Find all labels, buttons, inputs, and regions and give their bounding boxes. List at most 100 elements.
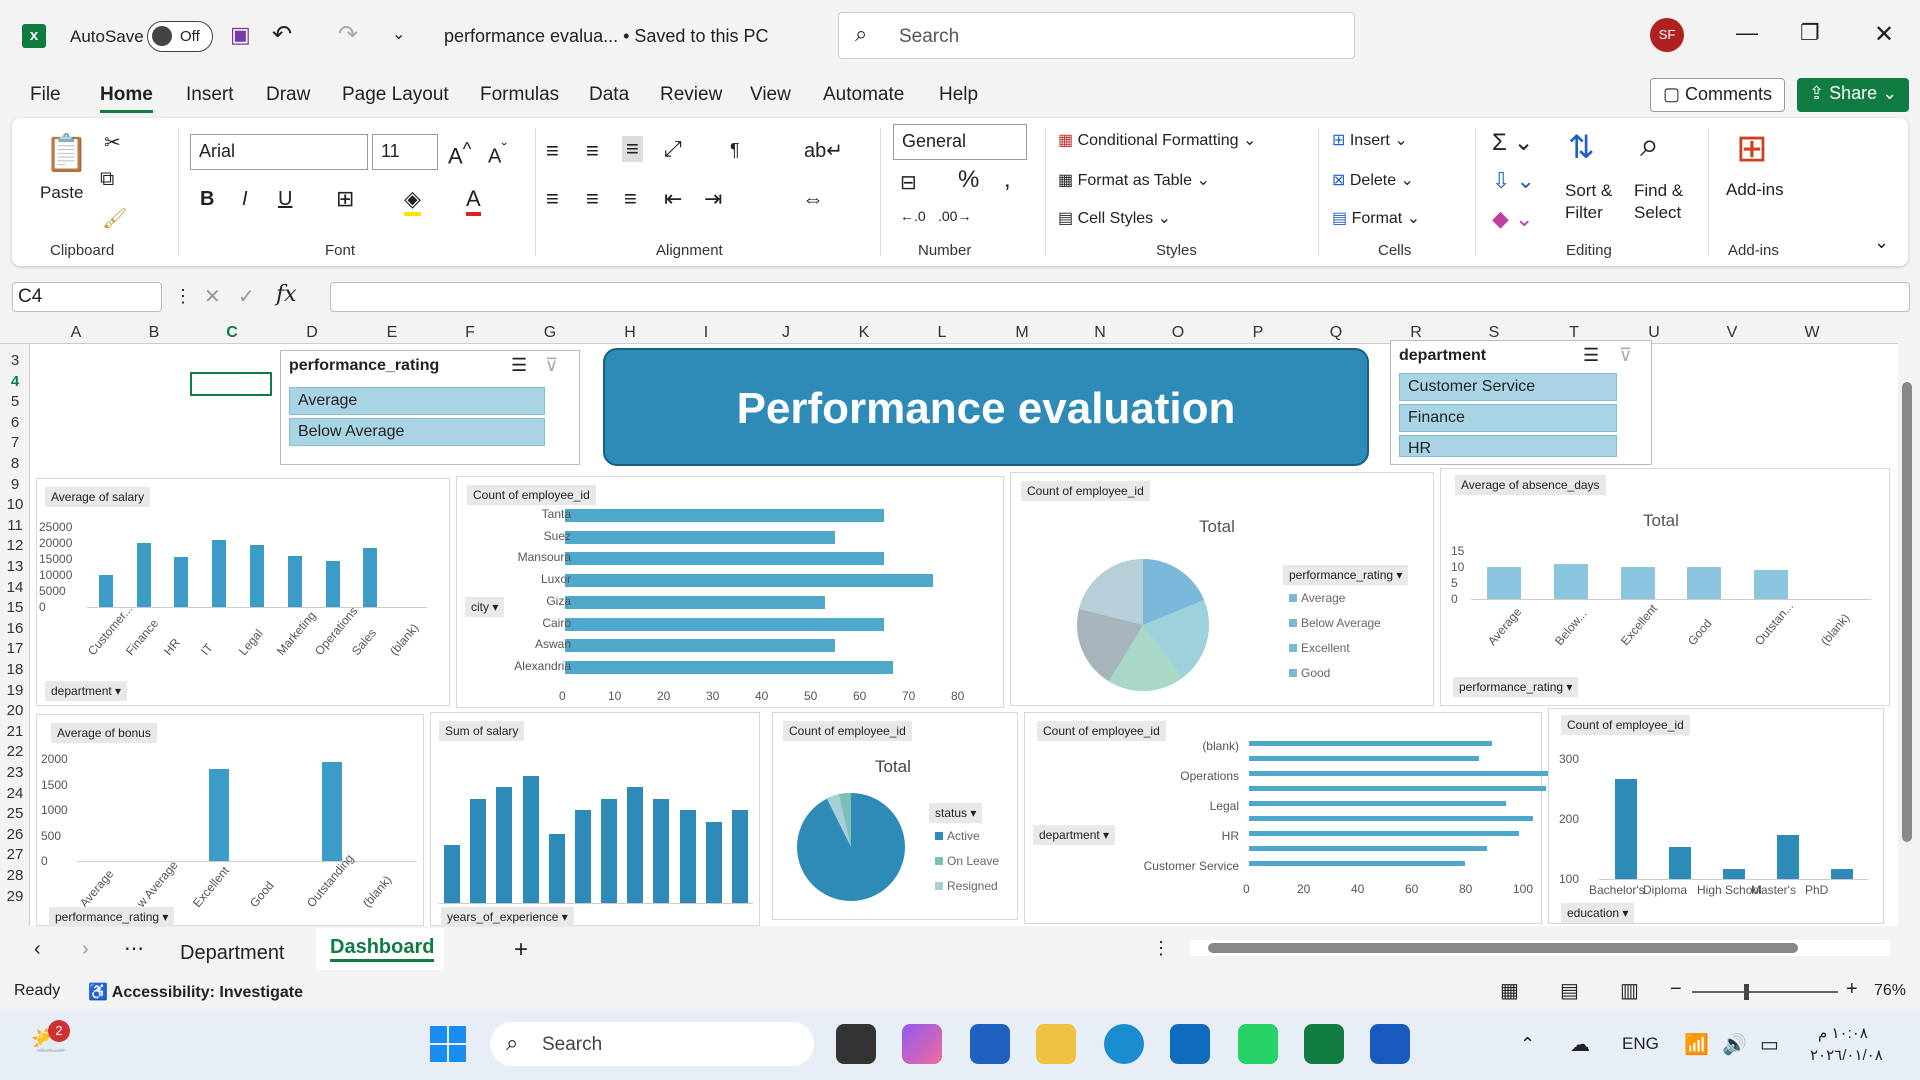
- delete-cells-button[interactable]: ⊠ Delete ⌄: [1332, 170, 1414, 190]
- slicer-item[interactable]: HR: [1399, 435, 1617, 457]
- percent-icon[interactable]: %: [958, 166, 979, 194]
- excel-taskbar-icon[interactable]: [1304, 1024, 1344, 1064]
- horizontal-scrollbar[interactable]: [1190, 940, 1890, 956]
- tab-dashboard[interactable]: Dashboard: [316, 928, 444, 970]
- tab-options-icon[interactable]: ⋮: [1152, 938, 1170, 959]
- next-sheet-icon[interactable]: ›: [82, 938, 89, 961]
- word-icon[interactable]: [1370, 1024, 1410, 1064]
- minimize-icon[interactable]: —: [1736, 20, 1758, 46]
- task-view-icon[interactable]: [836, 1024, 876, 1064]
- zoom-in-icon[interactable]: +: [1846, 978, 1858, 1001]
- language-indicator[interactable]: ENG: [1622, 1034, 1659, 1054]
- filter-button[interactable]: department ▾: [1033, 825, 1116, 845]
- align-center-icon[interactable]: ≡: [586, 186, 599, 212]
- page-break-view-icon[interactable]: ▥: [1620, 978, 1639, 1003]
- find-select-button[interactable]: Find & Select: [1634, 180, 1698, 224]
- decrease-decimal-icon[interactable]: .00→: [938, 208, 971, 224]
- outlook-icon[interactable]: [1170, 1024, 1210, 1064]
- wrap-text-icon[interactable]: ab↵: [804, 138, 843, 163]
- slicer-item[interactable]: Average: [289, 387, 545, 415]
- decrease-indent-icon[interactable]: ⇤: [664, 186, 682, 212]
- clear-filter-icon[interactable]: ⊽: [545, 355, 558, 376]
- battery-icon[interactable]: ▭: [1760, 1032, 1779, 1057]
- italic-icon[interactable]: I: [242, 188, 248, 211]
- filter-button[interactable]: performance_rating ▾: [1283, 565, 1409, 585]
- menu-data[interactable]: Data: [589, 84, 629, 106]
- align-left-icon[interactable]: ≡: [546, 186, 559, 212]
- increase-font-icon[interactable]: A^: [448, 138, 471, 169]
- chart-average-bonus[interactable]: Average of bonus 2000 1500 1000 500 0 Average…: [36, 714, 424, 927]
- find-select-icon[interactable]: ⌕: [1640, 126, 1659, 165]
- chart-count-by-department[interactable]: Count of employee_id department ▾ 0 20 40 6…: [1024, 712, 1573, 924]
- restore-icon[interactable]: ❐: [1800, 20, 1820, 46]
- chart-sum-salary[interactable]: Sum of salary years_of_experience ▾: [430, 712, 760, 927]
- borders-icon[interactable]: ⊞: [336, 186, 354, 212]
- customize-qat-icon[interactable]: ⌄: [392, 24, 405, 44]
- fill-icon[interactable]: ⇩ ⌄: [1492, 168, 1535, 194]
- menu-review[interactable]: Review: [660, 84, 722, 106]
- comma-icon[interactable]: ,: [1004, 166, 1011, 194]
- sort-filter-icon[interactable]: ⇅: [1568, 128, 1595, 166]
- cancel-entry-icon[interactable]: ✕: [204, 284, 221, 309]
- clear-filter-icon[interactable]: ⊽: [1619, 345, 1632, 366]
- format-painter-icon[interactable]: 🖌: [102, 206, 127, 231]
- font-name-combo[interactable]: Arial: [190, 134, 368, 170]
- multi-select-icon[interactable]: ☰: [1583, 345, 1599, 366]
- autosum-icon[interactable]: Σ ⌄: [1492, 128, 1534, 157]
- file-explorer-icon[interactable]: [1036, 1024, 1076, 1064]
- chart-count-by-city[interactable]: Count of employee_id city ▾ 0 10 20 30 40 50 6…: [456, 476, 1004, 708]
- insert-function-icon[interactable]: fx: [276, 282, 297, 307]
- menu-view[interactable]: View: [750, 84, 791, 106]
- chart-average-salary[interactable]: Average of salary 25000 20000 15000 10000 50…: [36, 478, 450, 706]
- filter-button[interactable]: performance_rating ▾: [1453, 677, 1579, 697]
- clock-date[interactable]: ٢٠٢٦/٠١/٠٨: [1810, 1046, 1883, 1064]
- menu-file[interactable]: File: [30, 84, 61, 106]
- conditional-formatting-button[interactable]: ▦ Conditional Formatting ⌄: [1058, 130, 1256, 150]
- page-layout-view-icon[interactable]: ▤: [1560, 978, 1579, 1003]
- clear-icon[interactable]: ◆ ⌄: [1492, 206, 1533, 232]
- paragraph-icon[interactable]: ¶: [730, 140, 740, 161]
- whatsapp-icon[interactable]: [1238, 1024, 1278, 1064]
- add-sheet-icon[interactable]: +: [514, 936, 528, 964]
- accessibility-status[interactable]: ♿ Accessibility: Investigate: [88, 982, 303, 1002]
- align-top-icon[interactable]: ≡: [546, 138, 559, 164]
- fill-color-icon[interactable]: ◈: [404, 186, 421, 216]
- tab-department[interactable]: Department: [180, 942, 285, 965]
- chart-pie-performance[interactable]: Count of employee_id Total performance_r…: [1010, 472, 1434, 706]
- filter-button[interactable]: education ▾: [1561, 903, 1635, 923]
- filter-button[interactable]: years_of_experience ▾: [441, 907, 574, 927]
- close-icon[interactable]: ✕: [1874, 20, 1894, 49]
- comments-button[interactable]: ▢ Comments: [1650, 78, 1786, 112]
- accounting-icon[interactable]: ⊟: [900, 170, 917, 195]
- align-right-icon[interactable]: ≡: [624, 186, 637, 212]
- normal-view-icon[interactable]: ▦: [1500, 978, 1519, 1003]
- vertical-scrollbar[interactable]: [1898, 322, 1920, 926]
- store-icon[interactable]: [970, 1024, 1010, 1064]
- confirm-entry-icon[interactable]: ✓: [238, 284, 255, 309]
- network-status-icon[interactable]: ☁: [1570, 1032, 1590, 1057]
- chart-pie-status[interactable]: Count of employee_id Total status ▾ Acti…: [772, 712, 1018, 920]
- menu-automate[interactable]: Automate: [823, 84, 904, 106]
- wifi-icon[interactable]: 📶: [1684, 1032, 1709, 1057]
- multi-select-icon[interactable]: ☰: [511, 355, 527, 376]
- slicer-performance-rating[interactable]: performance_rating ☰ ⊽ Average Below Ave…: [280, 350, 580, 465]
- orientation-icon[interactable]: ⤢: [664, 136, 682, 162]
- chart-count-by-education[interactable]: Count of employee_id 300 200 100 Bachelor's…: [1548, 708, 1884, 924]
- addins-icon[interactable]: ⊞: [1736, 126, 1768, 171]
- clock-time[interactable]: ١٠:٠٨ م: [1818, 1024, 1868, 1042]
- copilot-icon[interactable]: [902, 1024, 942, 1064]
- increase-decimal-icon[interactable]: ←.0: [900, 208, 926, 224]
- menu-formulas[interactable]: Formulas: [480, 84, 559, 106]
- paste-button[interactable]: Paste: [40, 183, 83, 203]
- slicer-department[interactable]: department ☰ ⊽ Customer Service Finance …: [1390, 340, 1652, 465]
- chart-absence-days[interactable]: Average of absence_days Total 15 10 5 0 Aver…: [1440, 468, 1890, 706]
- share-button[interactable]: ⇪ Share ⌄: [1797, 78, 1910, 112]
- cut-icon[interactable]: ✂: [104, 130, 121, 155]
- more-options-icon[interactable]: ⋮: [174, 286, 192, 307]
- align-middle-icon[interactable]: ≡: [586, 138, 599, 164]
- formula-input[interactable]: [330, 282, 1910, 312]
- menu-home[interactable]: Home: [100, 84, 153, 113]
- addins-button[interactable]: Add-ins: [1726, 180, 1784, 200]
- font-size-combo[interactable]: 11: [372, 134, 438, 170]
- insert-cells-button[interactable]: ⊞ Insert ⌄: [1332, 130, 1408, 150]
